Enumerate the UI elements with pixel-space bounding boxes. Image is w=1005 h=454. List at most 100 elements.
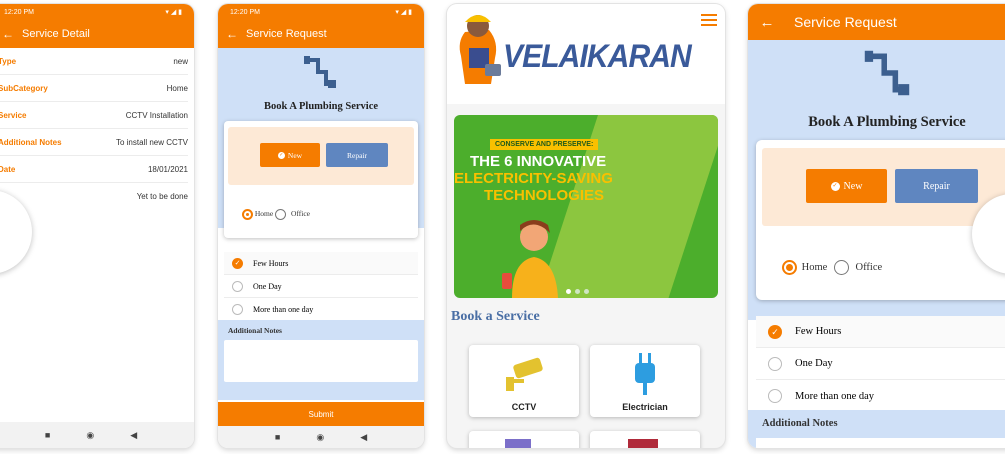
recents-icon[interactable]: ■ — [275, 432, 280, 442]
new-label: New — [843, 180, 863, 192]
detail-row-service: Service CCTV Installation — [0, 102, 188, 129]
plug-icon — [635, 353, 655, 395]
radio-icon — [768, 356, 782, 371]
duration-one-day[interactable]: One Day — [756, 348, 1005, 380]
home-radio[interactable] — [782, 260, 797, 275]
radio-icon — [232, 304, 243, 315]
detail-row-date: Date 18/01/2021 — [0, 156, 188, 183]
location-radio-group: Home Office — [782, 260, 882, 275]
detail-list: Type new SubCategory Home Service CCTV Inst… — [0, 48, 194, 210]
promo-banner[interactable]: CONSERVE AND PRESERVE: THE 6 INNOVATIVE … — [454, 115, 718, 298]
detail-value: Home — [166, 83, 188, 93]
detail-value: To install new CCTV — [115, 137, 188, 147]
duration-list: ✓ Few Hours One Day More than one day — [756, 316, 1005, 412]
system-nav-bar: ■ ◉ ◀ — [218, 426, 424, 448]
duration-label: More than one day — [795, 390, 875, 402]
status-bar: 12:20 PM ▾ ◢ ▮ — [0, 4, 194, 20]
service-tile-cctv[interactable]: CCTV — [469, 345, 579, 417]
app-bar: ← Service Request — [218, 20, 424, 48]
detail-row-status: Yet to be done — [0, 183, 188, 210]
type-card: ✓ New Repair Home Office — [756, 140, 1005, 300]
back-arrow-icon[interactable]: ← — [748, 14, 786, 31]
notes-label: Additional Notes — [762, 418, 838, 429]
app-bar: ← Service Detail — [0, 20, 194, 48]
red-service-icon — [628, 439, 658, 448]
new-button[interactable]: ✓ New — [260, 143, 320, 167]
detail-label: Additional Notes — [0, 137, 62, 147]
duration-label: Few Hours — [795, 326, 842, 337]
phone-service-request: 12:20 PM ▾ ◢ ▮ ← Service Request Book A … — [218, 4, 424, 448]
check-icon: ✓ — [768, 324, 782, 339]
back-nav-icon[interactable]: ◀ — [360, 432, 367, 443]
banner-line-1: THE 6 INNOVATIVE — [470, 153, 607, 170]
repair-button[interactable]: Repair — [326, 143, 388, 167]
detail-row-subcategory: SubCategory Home — [0, 75, 188, 102]
purple-service-icon — [505, 439, 531, 448]
home-nav-icon[interactable]: ◉ — [316, 432, 324, 443]
duration-few-hours[interactable]: ✓ Few Hours — [224, 252, 418, 275]
app-bar: ← Service Request — [748, 4, 1005, 40]
duration-more-than-one-day[interactable]: More than one day — [756, 380, 1005, 412]
location-radio-group: Home Office — [242, 209, 310, 220]
check-icon: ✓ — [277, 151, 285, 159]
banner-dots — [566, 289, 589, 294]
menu-icon[interactable] — [701, 14, 717, 26]
duration-one-day[interactable]: One Day — [224, 275, 418, 298]
repair-button[interactable]: Repair — [895, 169, 978, 203]
detail-value: CCTV Installation — [125, 110, 188, 120]
back-arrow-icon[interactable]: ← — [0, 27, 22, 41]
detail-label: SubCategory — [0, 83, 48, 93]
detail-label: Service — [0, 110, 27, 120]
service-tile-partial-2[interactable] — [590, 431, 700, 448]
duration-label: Few Hours — [253, 258, 289, 268]
service-heading: Book A Plumbing Service — [263, 101, 379, 112]
duration-few-hours[interactable]: ✓ Few Hours — [756, 316, 1005, 348]
pipe-icon — [304, 56, 336, 88]
duration-label: More than one day — [253, 305, 314, 314]
home-radio[interactable] — [242, 209, 253, 220]
back-arrow-icon[interactable]: ← — [218, 27, 246, 41]
notes-label: Additional Notes — [228, 326, 282, 335]
service-heading: Book A Plumbing Service — [808, 114, 966, 130]
notes-input[interactable] — [756, 438, 1005, 448]
notes-section: Additional Notes — [748, 410, 1005, 448]
section-title: Book a Service — [451, 309, 540, 324]
office-label: Office — [855, 261, 883, 273]
radio-icon — [768, 389, 782, 403]
duration-label: One Day — [795, 358, 833, 369]
page-title: Service Request — [794, 14, 897, 30]
detail-row-type: Type new — [0, 48, 188, 75]
recents-icon[interactable]: ■ — [45, 430, 50, 440]
type-card: ✓ New Repair Home Office — [224, 121, 418, 238]
submit-label: Submit — [308, 409, 334, 419]
person-illustration — [502, 220, 558, 298]
home-label: Home — [254, 209, 274, 219]
service-tile-electrician[interactable]: Electrician — [590, 345, 700, 417]
status-icons: ▾ ◢ ▮ — [395, 9, 412, 16]
service-tile-partial-1[interactable] — [469, 431, 579, 448]
submit-button[interactable]: Submit — [218, 402, 424, 426]
system-nav-bar: ■ ◉ ◀ — [0, 422, 194, 448]
back-nav-icon[interactable]: ◀ — [130, 430, 137, 441]
status-icons: ▾ ◢ ▮ — [165, 9, 182, 16]
office-radio[interactable] — [275, 209, 287, 220]
check-icon: ✓ — [232, 257, 243, 269]
home-nav-icon[interactable]: ◉ — [86, 430, 94, 441]
office-label: Office — [290, 209, 310, 219]
status-bar: 12:20 PM ▾ ◢ ▮ — [218, 4, 424, 20]
status-time: 12:20 PM — [4, 8, 34, 16]
duration-label: One Day — [253, 281, 282, 291]
pipe-icon — [864, 50, 910, 96]
service-label: Electrician — [622, 402, 668, 412]
page-title: Service Request — [246, 28, 327, 40]
office-radio[interactable] — [833, 260, 849, 275]
home-label: Home — [801, 261, 828, 273]
new-button[interactable]: ✓ New — [806, 169, 887, 203]
duration-more-than-one-day[interactable]: More than one day — [224, 298, 418, 321]
repair-label: Repair — [923, 180, 950, 192]
new-label: New — [287, 150, 303, 160]
notes-input[interactable] — [224, 340, 418, 382]
phone-home: VELAIKARAN CONSERVE AND PRESERVE: THE 6 … — [447, 4, 725, 448]
banner-line-3: TECHNOLOGIES — [484, 187, 605, 204]
banner-tag: CONSERVE AND PRESERVE: — [490, 139, 599, 150]
